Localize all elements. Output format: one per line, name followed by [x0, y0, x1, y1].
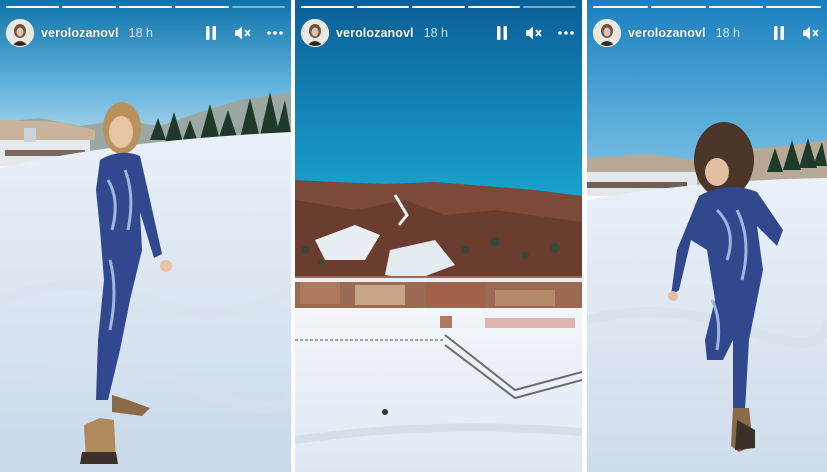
story-frame-2[interactable]: verolozanovl 18 h: [295, 0, 582, 472]
progress-segment: [593, 6, 648, 8]
story-image-woman-dancing-snow: [587, 0, 827, 472]
story-controls: [771, 25, 819, 41]
progress-segment: [766, 6, 821, 8]
story-progress-bar: [6, 6, 286, 8]
username[interactable]: verolozanovl: [41, 26, 119, 40]
profile-avatar-icon: [302, 20, 328, 46]
story-progress-bar: [593, 6, 821, 8]
progress-segment: [412, 6, 465, 8]
pause-icon[interactable]: [771, 25, 787, 41]
profile-avatar-icon: [7, 20, 33, 46]
story-progress-bar: [301, 6, 576, 8]
post-time: 18 h: [128, 26, 153, 40]
story-header: verolozanovl 18 h: [301, 17, 574, 49]
volume-muted-icon[interactable]: [803, 25, 819, 41]
progress-segment: [118, 6, 173, 8]
more-options-icon[interactable]: [267, 25, 283, 41]
progress-segment: [708, 6, 764, 8]
progress-segment: [231, 6, 286, 8]
story-image-woman-in-snow: [0, 0, 291, 472]
avatar[interactable]: [6, 19, 34, 47]
progress-segment: [301, 6, 354, 8]
volume-muted-icon[interactable]: [235, 25, 251, 41]
pause-icon[interactable]: [203, 25, 219, 41]
progress-segment: [650, 6, 706, 8]
profile-avatar-icon: [594, 20, 620, 46]
progress-segment: [523, 6, 576, 8]
username[interactable]: verolozanovl: [628, 26, 706, 40]
username[interactable]: verolozanovl: [336, 26, 414, 40]
story-controls: [494, 25, 574, 41]
post-time: 18 h: [715, 26, 740, 40]
avatar[interactable]: [301, 19, 329, 47]
story-controls: [203, 25, 283, 41]
progress-segment: [6, 6, 60, 8]
volume-muted-icon[interactable]: [526, 25, 542, 41]
story-frame-1[interactable]: verolozanovl 18 h: [0, 0, 291, 472]
progress-segment: [467, 6, 521, 8]
story-header: verolozanovl 18 h: [6, 17, 283, 49]
progress-segment: [356, 6, 410, 8]
story-frame-3[interactable]: verolozanovl 18 h: [587, 0, 827, 472]
post-time: 18 h: [423, 26, 448, 40]
progress-segment: [175, 6, 229, 8]
pause-icon[interactable]: [494, 25, 510, 41]
story-image-ski-resort: [295, 0, 582, 472]
avatar[interactable]: [593, 19, 621, 47]
more-options-icon[interactable]: [558, 25, 574, 41]
progress-segment: [62, 6, 116, 8]
story-header: verolozanovl 18 h: [593, 17, 819, 49]
